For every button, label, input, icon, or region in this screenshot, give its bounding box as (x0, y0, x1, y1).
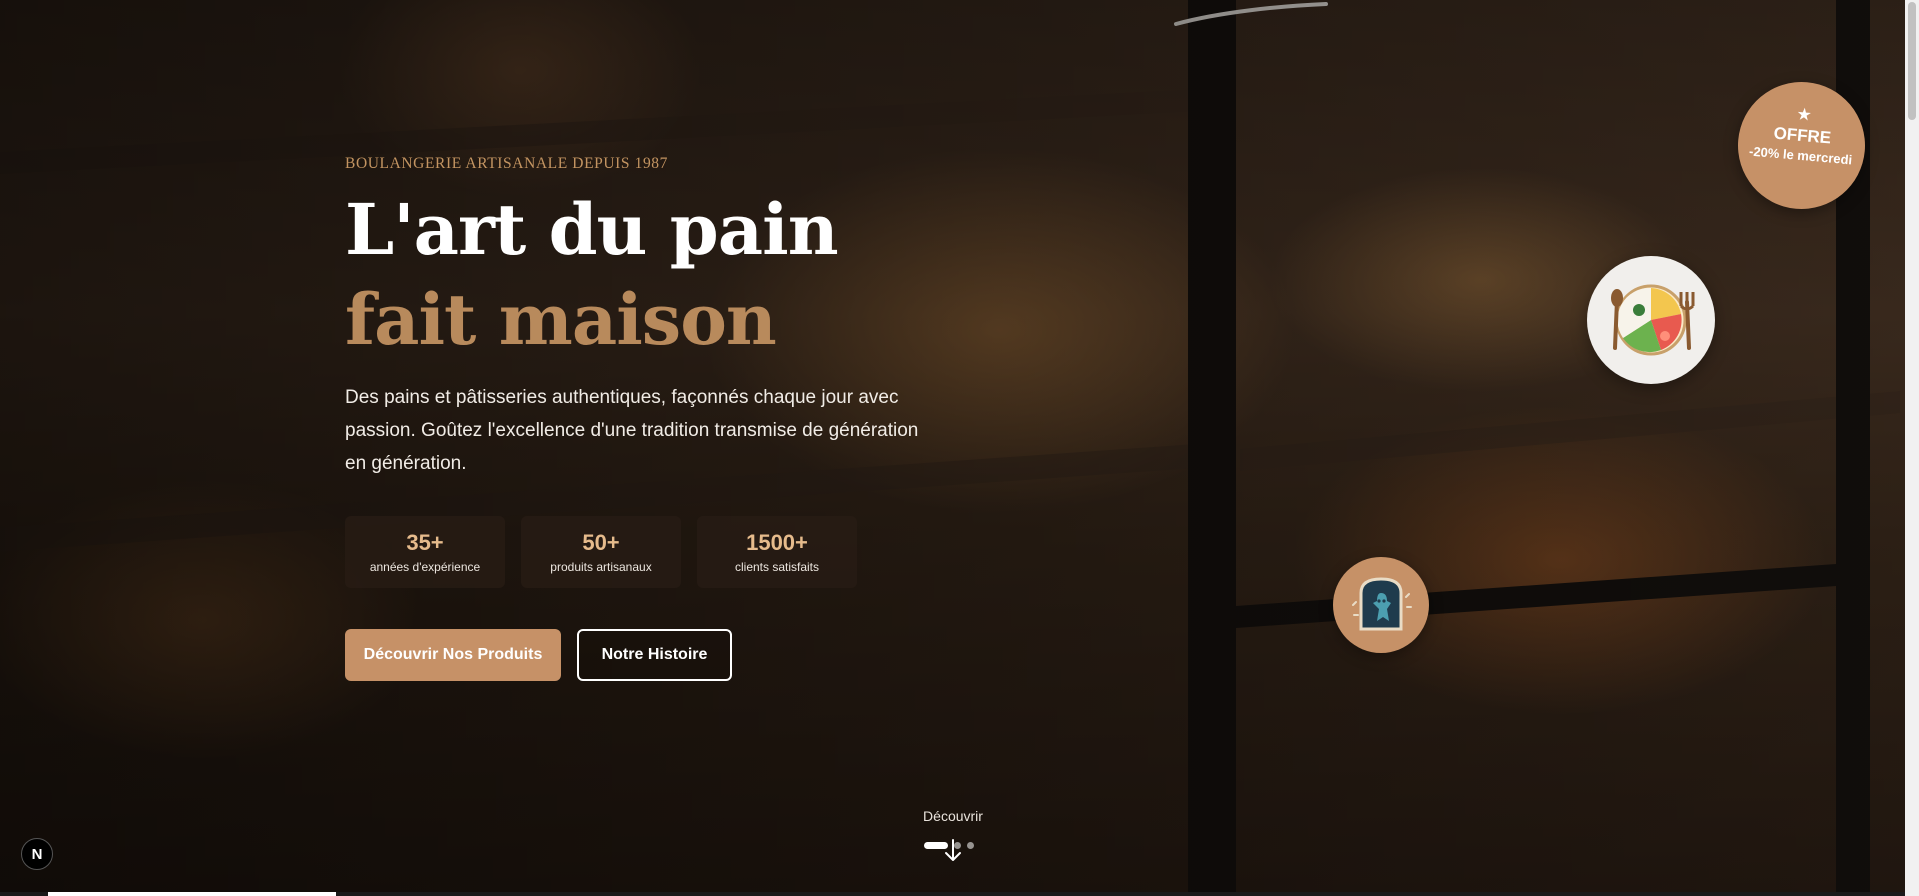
stat-label: années d'expérience (369, 560, 481, 574)
toast-icon (1352, 577, 1412, 631)
food-plate-badge (1587, 256, 1715, 384)
stat-card: 1500+ clients satisfaits (697, 516, 857, 588)
hero-content: BOULANGERIE ARTISANALE DEPUIS 1987 L'art… (345, 155, 965, 681)
hero-description: Des pains et pâtisseries authentiques, f… (345, 387, 919, 474)
hero-title-line1: L'art du pain (345, 188, 839, 271)
bottom-progress-track (0, 892, 1905, 896)
hero-actions: Découvrir Nos Produits Notre Histoire (345, 629, 965, 681)
toast-badge (1333, 557, 1429, 653)
hero-kicker: BOULANGERIE ARTISANALE DEPUIS 1987 (345, 155, 669, 172)
scrollbar-thumb[interactable] (1908, 2, 1916, 120)
bottom-progress-fill (48, 892, 336, 896)
stat-card: 50+ produits artisanaux (521, 516, 681, 588)
scroll-discover-label[interactable]: Découvrir (910, 808, 996, 824)
slider-dot[interactable] (967, 842, 974, 849)
stat-value: 35+ (406, 530, 444, 555)
discover-products-button[interactable]: Découvrir Nos Produits (345, 629, 561, 681)
stat-label: produits artisanaux (550, 560, 652, 574)
stat-value: 50+ (582, 530, 620, 555)
food-plate-icon (1611, 284, 1695, 356)
arrow-down-icon[interactable] (944, 838, 962, 864)
stat-card: 35+ années d'expérience (345, 516, 505, 588)
page-scrollbar[interactable] (1905, 0, 1919, 896)
our-story-button[interactable]: Notre Histoire (577, 629, 732, 681)
stat-value: 1500+ (746, 530, 808, 555)
framework-badge[interactable]: N (21, 838, 53, 870)
stat-label: clients satisfaits (734, 560, 820, 574)
hero-title-line2: fait maison (345, 278, 777, 361)
hero-title: L'art du pain fait maison (345, 185, 965, 365)
stats-row: 35+ années d'expérience 50+ produits art… (345, 516, 965, 588)
